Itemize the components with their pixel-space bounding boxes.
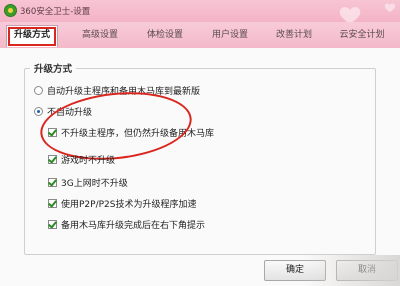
tab-label: 云安全计划 xyxy=(339,30,385,40)
blur-overlay xyxy=(300,255,400,286)
group-title: 升级方式 xyxy=(30,61,77,75)
option-label: 游戏时不升级 xyxy=(61,156,116,166)
option-label: 3G上网时不升级 xyxy=(61,179,128,189)
option-label: 使用P2P/P2S技术为升级程序加速 xyxy=(61,200,197,210)
option-notify-on-complete[interactable]: 备用木马库升级完成后在右下角提示 xyxy=(48,220,205,232)
option-no-upgrade-on-3g[interactable]: 3G上网时不升级 xyxy=(48,178,128,190)
tab-improvement-plan[interactable]: 改善计划 xyxy=(264,26,324,44)
tab-scan-settings[interactable]: 体检设置 xyxy=(135,26,195,44)
radio-button[interactable] xyxy=(34,86,43,95)
app-logo-icon xyxy=(4,4,17,17)
tab-label: 高级设置 xyxy=(81,30,118,40)
option-no-upgrade-when-gaming[interactable]: 游戏时不升级 xyxy=(48,155,115,167)
tab-upgrade-mode[interactable]: 升级方式 xyxy=(6,25,58,47)
tab-advanced-settings[interactable]: 高级设置 xyxy=(70,26,130,44)
tab-label: 改善计划 xyxy=(275,30,312,40)
window-title: 360安全卫士-设置 xyxy=(20,7,91,17)
tab-cloud-security-plan[interactable]: 云安全计划 xyxy=(328,26,396,44)
option-p2p-acceleration[interactable]: 使用P2P/P2S技术为升级程序加速 xyxy=(48,199,196,211)
tab-highlight-box xyxy=(8,27,56,46)
radio-button[interactable] xyxy=(34,107,43,116)
tab-bar: 升级方式 高级设置 体检设置 用户设置 改善计划 云安全计划 xyxy=(0,22,400,49)
title-bar: 360安全卫士-设置 xyxy=(0,0,400,22)
tab-user-settings[interactable]: 用户设置 xyxy=(200,26,260,44)
tab-label: 体检设置 xyxy=(146,30,183,40)
tab-label: 用户设置 xyxy=(211,30,248,40)
checkbox[interactable] xyxy=(48,199,57,208)
checkbox[interactable] xyxy=(48,178,57,187)
checkbox[interactable] xyxy=(48,155,57,164)
checkbox[interactable] xyxy=(48,220,57,229)
option-label: 备用木马库升级完成后在右下角提示 xyxy=(61,221,206,231)
settings-window: 360安全卫士-设置 升级方式 高级设置 体检设置 用户设置 改善计划 云安全计… xyxy=(0,0,400,286)
